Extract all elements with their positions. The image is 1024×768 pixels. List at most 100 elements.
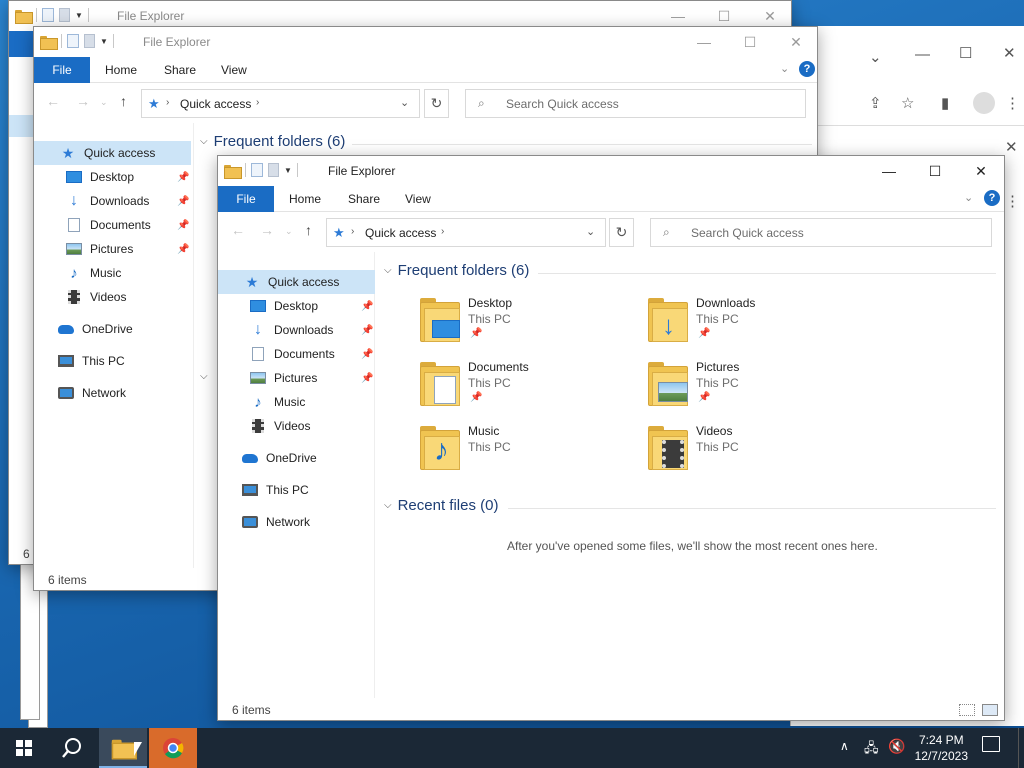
- search-input[interactable]: ⌕ Search Quick access: [650, 218, 992, 247]
- folder-tile-music[interactable]: ♪ Music This PC: [420, 424, 640, 480]
- breadcrumb-separator-icon[interactable]: ›: [256, 97, 259, 108]
- tab-share[interactable]: Share: [348, 192, 380, 206]
- taskbar-chrome[interactable]: [149, 728, 197, 768]
- title-bar[interactable]: ▼ File Explorer — ☐ ✕: [218, 156, 1004, 186]
- sidebar-item-documents[interactable]: Documents 📌: [218, 342, 375, 366]
- collapse-chevron-icon[interactable]: ⌵: [384, 265, 392, 276]
- help-icon[interactable]: ?: [799, 61, 815, 77]
- minimize-button[interactable]: —: [681, 27, 727, 57]
- bookmark-star-icon[interactable]: ☆: [901, 94, 914, 112]
- folder-tile-videos[interactable]: Videos This PC: [648, 424, 868, 480]
- sidebar-item-pictures[interactable]: Pictures 📌: [218, 366, 375, 390]
- show-desktop-strip[interactable]: [1018, 728, 1024, 768]
- menu-dots-icon[interactable]: ⋮: [1005, 94, 1020, 112]
- show-hidden-icons-chevron-icon[interactable]: ∧: [840, 739, 849, 753]
- collapse-chevron-icon[interactable]: ⌵: [384, 500, 392, 511]
- sidebar-item-desktop[interactable]: Desktop 📌: [34, 165, 191, 189]
- close-icon[interactable]: ✕: [1003, 44, 1016, 62]
- sidebar-item-downloads[interactable]: ↓ Downloads 📌: [34, 189, 191, 213]
- file-tab[interactable]: File: [34, 57, 90, 83]
- side-panel-icon[interactable]: ▮: [941, 94, 949, 112]
- maximize-button[interactable]: ☐: [912, 156, 958, 186]
- sidebar-item-music[interactable]: ♪ Music: [218, 390, 375, 414]
- breadcrumb-separator-icon[interactable]: ›: [441, 226, 444, 237]
- forward-arrow-icon[interactable]: →: [260, 222, 274, 238]
- customize-toolbar-icon[interactable]: ▼: [284, 166, 292, 175]
- new-folder-icon[interactable]: [268, 163, 279, 177]
- sidebar-item-onedrive[interactable]: OneDrive: [34, 317, 191, 341]
- close-infobar-icon[interactable]: ✕: [1005, 138, 1018, 156]
- collapse-chevron-icon[interactable]: ⌵: [200, 371, 208, 382]
- sidebar-item-desktop[interactable]: Desktop 📌: [218, 294, 375, 318]
- back-arrow-icon[interactable]: ←: [46, 93, 60, 109]
- sidebar-item-downloads[interactable]: ↓ Downloads 📌: [218, 318, 375, 342]
- minimize-icon[interactable]: —: [915, 46, 930, 63]
- recent-locations-chevron-icon[interactable]: ⌄: [285, 226, 293, 237]
- volume-muted-icon[interactable]: 🔇: [888, 738, 905, 755]
- address-bar[interactable]: ★ › Quick access › ⌄: [141, 89, 420, 118]
- recent-files-header[interactable]: ⌵ Recent files (0): [384, 497, 498, 514]
- up-arrow-icon[interactable]: ↑: [305, 222, 312, 238]
- search-input[interactable]: ⌕ Search Quick access: [465, 89, 806, 118]
- up-arrow-icon[interactable]: ↑: [120, 93, 127, 109]
- customize-toolbar-icon[interactable]: ▼: [75, 11, 83, 20]
- address-dropdown-chevron-icon[interactable]: ⌄: [586, 225, 595, 238]
- sidebar-item-music[interactable]: ♪ Music: [34, 261, 191, 285]
- sidebar-item-pictures[interactable]: Pictures 📌: [34, 237, 191, 261]
- sidebar-item-this-pc[interactable]: This PC: [218, 478, 375, 502]
- search-button[interactable]: [48, 728, 96, 768]
- new-folder-icon[interactable]: [84, 34, 95, 48]
- file-explorer-window-active[interactable]: ▼ File Explorer — ☐ ✕ File Home Share Vi…: [217, 155, 1005, 721]
- folder-tile-pictures[interactable]: Pictures This PC 📌: [648, 360, 868, 416]
- properties-icon[interactable]: [251, 163, 263, 177]
- breadcrumb-quick-access[interactable]: Quick access: [180, 97, 251, 111]
- sidebar-item-this-pc[interactable]: This PC: [34, 349, 191, 373]
- collapse-chevron-icon[interactable]: ⌵: [200, 136, 208, 147]
- clock[interactable]: 7:24 PM 12/7/2023: [915, 732, 968, 764]
- help-icon[interactable]: ?: [984, 190, 1000, 206]
- network-status-icon[interactable]: 🖧: [864, 739, 879, 761]
- sidebar-item-onedrive[interactable]: OneDrive: [218, 446, 375, 470]
- breadcrumb-separator-icon[interactable]: ›: [351, 226, 354, 237]
- tab-home[interactable]: Home: [289, 192, 321, 206]
- close-button[interactable]: ✕: [773, 27, 817, 57]
- sidebar-item-documents[interactable]: Documents 📌: [34, 213, 191, 237]
- new-folder-icon[interactable]: [59, 8, 70, 22]
- forward-arrow-icon[interactable]: →: [76, 93, 90, 109]
- share-icon[interactable]: ⇪: [869, 94, 882, 112]
- maximize-icon[interactable]: ☐: [959, 44, 972, 62]
- expand-ribbon-chevron-icon[interactable]: ⌄: [780, 62, 789, 75]
- recent-locations-chevron-icon[interactable]: ⌄: [100, 97, 108, 108]
- sidebar-item-quick-access[interactable]: ★ Quick access: [34, 141, 191, 165]
- large-icons-view-icon[interactable]: [982, 704, 998, 716]
- folder-tile-downloads[interactable]: ↓ Downloads This PC 📌: [648, 296, 868, 352]
- frequent-folders-header[interactable]: ⌵ Frequent folders (6): [200, 133, 345, 150]
- address-bar[interactable]: ★ › Quick access › ⌄: [326, 218, 606, 247]
- sidebar-item-videos[interactable]: Videos: [34, 285, 191, 309]
- menu-dots-icon[interactable]: ⋮: [1005, 192, 1020, 210]
- tab-view[interactable]: View: [221, 63, 247, 77]
- tab-list-chevron-icon[interactable]: ⌄: [869, 48, 882, 66]
- tab-share[interactable]: Share: [164, 63, 196, 77]
- back-arrow-icon[interactable]: ←: [231, 222, 245, 238]
- expand-ribbon-chevron-icon[interactable]: ⌄: [964, 191, 973, 204]
- breadcrumb-quick-access[interactable]: Quick access: [365, 226, 436, 240]
- minimize-button[interactable]: —: [866, 156, 912, 186]
- folder-tile-desktop[interactable]: Desktop This PC 📌: [420, 296, 640, 352]
- maximize-button[interactable]: ☐: [727, 27, 773, 57]
- sidebar-item-videos[interactable]: Videos: [218, 414, 375, 438]
- address-dropdown-chevron-icon[interactable]: ⌄: [400, 96, 409, 109]
- profile-avatar-icon[interactable]: [973, 92, 995, 114]
- properties-icon[interactable]: [42, 8, 54, 22]
- breadcrumb-separator-icon[interactable]: ›: [166, 97, 169, 108]
- details-view-icon[interactable]: [959, 704, 975, 716]
- properties-icon[interactable]: [67, 34, 79, 48]
- refresh-button[interactable]: ↻: [424, 89, 449, 118]
- chrome-titlebar[interactable]: ⌄ — ☐ ✕: [791, 26, 1024, 86]
- tab-home[interactable]: Home: [105, 63, 137, 77]
- title-bar[interactable]: ▼ File Explorer — ☐ ✕: [34, 27, 817, 57]
- refresh-button[interactable]: ↻: [609, 218, 634, 247]
- customize-toolbar-icon[interactable]: ▼: [100, 37, 108, 46]
- sidebar-item-network[interactable]: Network: [34, 381, 191, 405]
- tab-view[interactable]: View: [405, 192, 431, 206]
